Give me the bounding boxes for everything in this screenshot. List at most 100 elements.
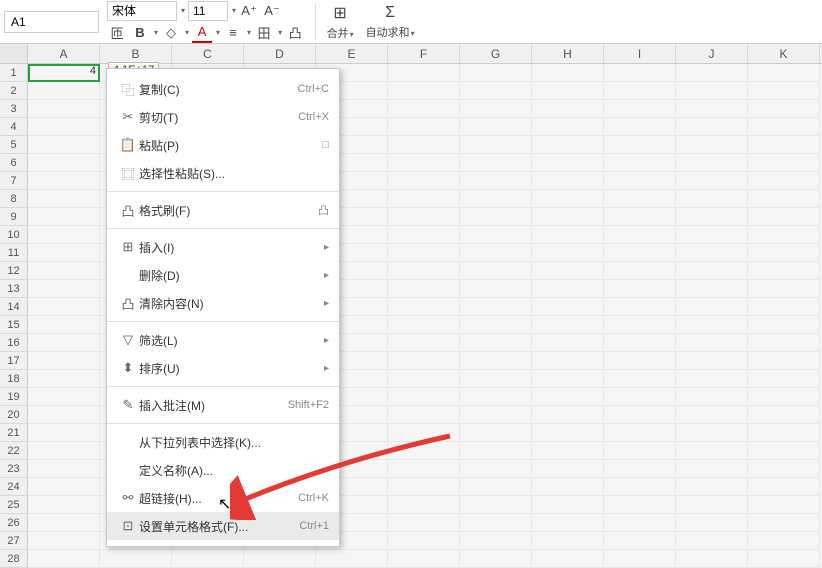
- cell[interactable]: [748, 64, 820, 82]
- cell[interactable]: [460, 100, 532, 118]
- cell[interactable]: [28, 478, 100, 496]
- cell[interactable]: [676, 388, 748, 406]
- cell[interactable]: [604, 190, 676, 208]
- cell[interactable]: [460, 388, 532, 406]
- row-header[interactable]: 15: [0, 316, 28, 334]
- cell[interactable]: [388, 100, 460, 118]
- cell[interactable]: [604, 82, 676, 100]
- cell[interactable]: [748, 82, 820, 100]
- row-header[interactable]: 28: [0, 550, 28, 568]
- cell[interactable]: [28, 244, 100, 262]
- cell-reference-input[interactable]: [4, 11, 99, 33]
- cell[interactable]: [676, 352, 748, 370]
- column-header[interactable]: E: [316, 44, 388, 63]
- align-button[interactable]: ≡: [223, 23, 243, 43]
- cell[interactable]: [460, 496, 532, 514]
- cell[interactable]: [532, 154, 604, 172]
- cell[interactable]: [532, 208, 604, 226]
- cell[interactable]: [532, 316, 604, 334]
- cell[interactable]: [388, 280, 460, 298]
- cell[interactable]: [460, 82, 532, 100]
- cell[interactable]: [748, 280, 820, 298]
- box-button[interactable]: 匝: [107, 23, 127, 43]
- cell[interactable]: [604, 298, 676, 316]
- cell[interactable]: [460, 406, 532, 424]
- cell[interactable]: [748, 370, 820, 388]
- row-header[interactable]: 26: [0, 514, 28, 532]
- menu-item[interactable]: 📋粘贴(P)□: [107, 131, 339, 159]
- row-header[interactable]: 25: [0, 496, 28, 514]
- cell[interactable]: [460, 136, 532, 154]
- column-header[interactable]: F: [388, 44, 460, 63]
- row-header[interactable]: 16: [0, 334, 28, 352]
- cell[interactable]: [676, 190, 748, 208]
- cell[interactable]: [748, 406, 820, 424]
- cell[interactable]: [460, 514, 532, 532]
- cell[interactable]: [460, 226, 532, 244]
- cell[interactable]: [676, 478, 748, 496]
- cell[interactable]: [604, 532, 676, 550]
- cell[interactable]: [604, 424, 676, 442]
- cell[interactable]: [532, 388, 604, 406]
- cell[interactable]: [172, 550, 244, 568]
- cell[interactable]: [676, 424, 748, 442]
- cell[interactable]: [460, 370, 532, 388]
- row-header[interactable]: 3: [0, 100, 28, 118]
- cell[interactable]: [28, 190, 100, 208]
- cell[interactable]: [604, 334, 676, 352]
- cell[interactable]: [460, 460, 532, 478]
- cell[interactable]: [532, 298, 604, 316]
- menu-item[interactable]: ⬍排序(U)▸: [107, 354, 339, 382]
- cell[interactable]: [604, 100, 676, 118]
- cell[interactable]: [460, 298, 532, 316]
- cell[interactable]: [604, 208, 676, 226]
- cell[interactable]: [532, 172, 604, 190]
- border-button[interactable]: 田: [254, 23, 274, 43]
- cell[interactable]: [676, 118, 748, 136]
- cell[interactable]: [460, 208, 532, 226]
- cell[interactable]: [28, 136, 100, 154]
- cell[interactable]: [676, 406, 748, 424]
- cell[interactable]: [676, 262, 748, 280]
- cell[interactable]: [460, 550, 532, 568]
- cell[interactable]: [388, 514, 460, 532]
- menu-item[interactable]: 删除(D)▸: [107, 261, 339, 289]
- menu-item[interactable]: 定义名称(A)...: [107, 456, 339, 484]
- cell[interactable]: [532, 460, 604, 478]
- cell[interactable]: [676, 316, 748, 334]
- menu-item[interactable]: ▽筛选(L)▸: [107, 326, 339, 354]
- column-header[interactable]: K: [748, 44, 820, 63]
- cell[interactable]: [676, 208, 748, 226]
- cell[interactable]: [28, 406, 100, 424]
- cell[interactable]: [532, 280, 604, 298]
- cell[interactable]: [388, 262, 460, 280]
- cell[interactable]: [28, 262, 100, 280]
- cell[interactable]: [28, 460, 100, 478]
- column-header[interactable]: H: [532, 44, 604, 63]
- cell[interactable]: [748, 262, 820, 280]
- cell[interactable]: [604, 478, 676, 496]
- cell[interactable]: [748, 316, 820, 334]
- cell[interactable]: [676, 298, 748, 316]
- cell[interactable]: [748, 208, 820, 226]
- cell[interactable]: [388, 352, 460, 370]
- menu-item[interactable]: ⊞插入(I)▸: [107, 233, 339, 261]
- menu-item[interactable]: 从下拉列表中选择(K)...: [107, 428, 339, 456]
- cell[interactable]: [532, 550, 604, 568]
- cell[interactable]: [388, 244, 460, 262]
- increase-font-button[interactable]: A⁺: [239, 1, 259, 21]
- cell[interactable]: [388, 316, 460, 334]
- cell[interactable]: [748, 136, 820, 154]
- cell[interactable]: [748, 532, 820, 550]
- cell[interactable]: [460, 244, 532, 262]
- font-size-select[interactable]: [188, 1, 228, 21]
- bold-button[interactable]: B: [130, 23, 150, 43]
- cell[interactable]: [748, 298, 820, 316]
- cell[interactable]: [316, 550, 388, 568]
- cell[interactable]: [676, 100, 748, 118]
- cell[interactable]: [676, 82, 748, 100]
- cell[interactable]: [676, 460, 748, 478]
- cell[interactable]: [28, 550, 100, 568]
- cell[interactable]: [532, 532, 604, 550]
- row-header[interactable]: 11: [0, 244, 28, 262]
